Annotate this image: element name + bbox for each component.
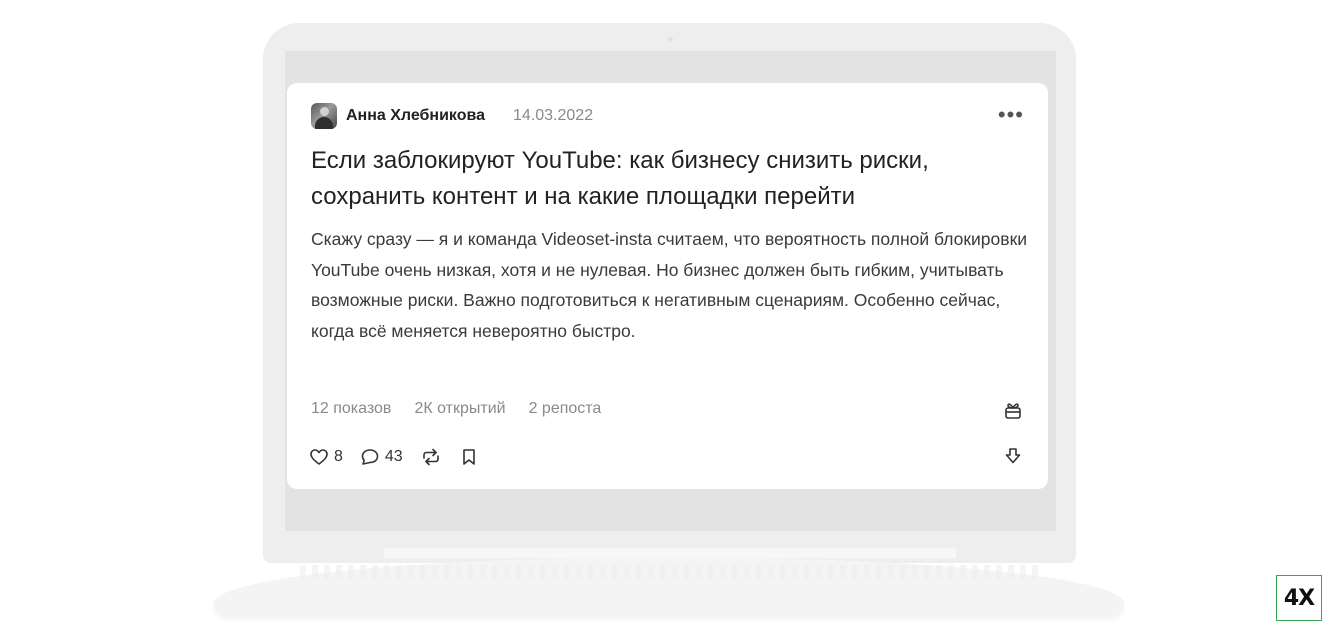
heart-icon	[310, 449, 328, 465]
comments-count: 43	[384, 448, 403, 465]
post-stats: 12 показов 2К открытий 2 репоста	[311, 400, 624, 418]
repost-button[interactable]	[420, 447, 442, 467]
reposts-count: 2 репоста	[528, 400, 602, 417]
more-icon[interactable]: •••	[998, 104, 1024, 126]
comment-button[interactable]: 43	[360, 447, 403, 467]
like-button[interactable]: 8	[309, 447, 343, 467]
post-card: Анна Хлебникова 14.03.2022 ••• Если забл…	[287, 83, 1048, 489]
bookmark-icon	[462, 449, 475, 465]
4x-logo: 4X	[1276, 575, 1322, 621]
avatar[interactable]	[311, 103, 337, 129]
gift-icon[interactable]	[1002, 399, 1024, 421]
author-name[interactable]: Анна Хлебникова	[346, 107, 485, 125]
laptop-keyboard	[300, 565, 1040, 579]
post-title[interactable]: Если заблокируют YouTube: как бизнесу сн…	[311, 143, 1026, 215]
opens-count: 2К открытий	[414, 400, 506, 417]
post-header: Анна Хлебникова 14.03.2022	[311, 103, 593, 129]
laptop-camera	[668, 37, 673, 42]
post-date: 14.03.2022	[513, 107, 594, 124]
views-count: 12 показов	[311, 400, 392, 417]
bookmark-button[interactable]	[459, 447, 479, 467]
post-body: Скажу сразу — я и команда Videoset-insta…	[311, 229, 1028, 341]
post-actions: 8 43	[309, 445, 496, 469]
likes-count: 8	[334, 448, 343, 465]
repost-icon	[422, 448, 439, 466]
download-icon[interactable]	[1002, 445, 1024, 467]
comment-icon	[361, 449, 379, 465]
